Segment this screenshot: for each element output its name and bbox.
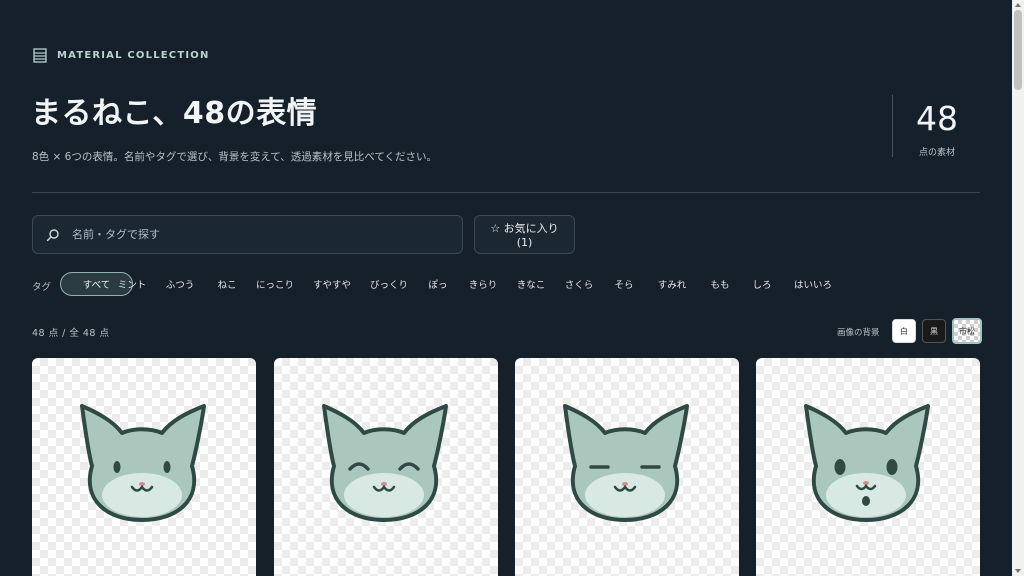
- tag-chip[interactable]: はいいろ: [786, 272, 840, 296]
- tag-chip[interactable]: すみれ: [650, 272, 694, 296]
- tag-chip[interactable]: さくら: [558, 272, 600, 296]
- tag-chip[interactable]: びっくり: [366, 272, 412, 296]
- tag-chip[interactable]: きらり: [462, 272, 504, 296]
- tag-chip[interactable]: すやすや: [306, 272, 358, 296]
- scroll-down-arrow-icon[interactable]: [1015, 569, 1021, 573]
- search-icon: [33, 228, 70, 242]
- collection-icon: [33, 48, 47, 63]
- material-card[interactable]: [515, 358, 739, 576]
- scrollbar-thumb[interactable]: [1014, 10, 1022, 90]
- search-box[interactable]: [32, 215, 463, 254]
- tag-chip[interactable]: そら: [606, 272, 642, 296]
- material-card[interactable]: [32, 358, 256, 576]
- header-kicker: MATERIAL COLLECTION: [33, 48, 210, 63]
- tag-chip[interactable]: ねこ: [208, 272, 246, 296]
- page-title: まるねこ、48の表情: [31, 96, 318, 131]
- tag-chip[interactable]: もも: [702, 272, 738, 296]
- tag-chip[interactable]: ぽっ: [420, 272, 456, 296]
- material-card[interactable]: [756, 358, 980, 576]
- page-subtitle: 8色 × 6つの表情。名前やタグで選び、背景を変えて、透過素材を見比べてください…: [32, 151, 438, 163]
- item-count-label: 点の素材: [918, 148, 955, 158]
- page-scrollbar[interactable]: [1012, 0, 1024, 576]
- page: MATERIAL COLLECTION まるねこ、48の表情 8色 × 6つの表…: [0, 0, 1012, 576]
- cat-face-sleepy-image: [563, 404, 689, 522]
- favorites-button[interactable]: ☆ お気に入り (1): [474, 215, 575, 254]
- background-white-button[interactable]: 白: [892, 319, 916, 343]
- tag-chip[interactable]: ふつう: [160, 272, 200, 296]
- cat-face-normal-image: [80, 404, 206, 522]
- tag-filter-label: タグ: [32, 282, 52, 293]
- item-count-box: 48 点の素材: [892, 95, 981, 158]
- tag-chip[interactable]: しろ: [744, 272, 780, 296]
- tag-chip[interactable]: にっこり: [252, 272, 298, 296]
- search-input[interactable]: [70, 227, 434, 242]
- background-checker-button[interactable]: 市松: [952, 318, 982, 344]
- tag-chip[interactable]: きなこ: [510, 272, 552, 296]
- item-count: 48: [916, 99, 958, 138]
- result-count: 48 点 / 全 48 点: [32, 328, 110, 339]
- background-label: 画像の背景: [837, 328, 880, 338]
- cat-face-surprised-image: [804, 404, 930, 522]
- cat-face-smile-image: [322, 404, 448, 522]
- header-divider: [32, 192, 980, 193]
- material-card[interactable]: [274, 358, 498, 576]
- background-black-button[interactable]: 黒: [922, 319, 946, 343]
- scroll-up-arrow-icon[interactable]: [1015, 3, 1021, 7]
- tag-chip[interactable]: ミント: [112, 272, 152, 296]
- kicker-text: MATERIAL COLLECTION: [57, 50, 210, 61]
